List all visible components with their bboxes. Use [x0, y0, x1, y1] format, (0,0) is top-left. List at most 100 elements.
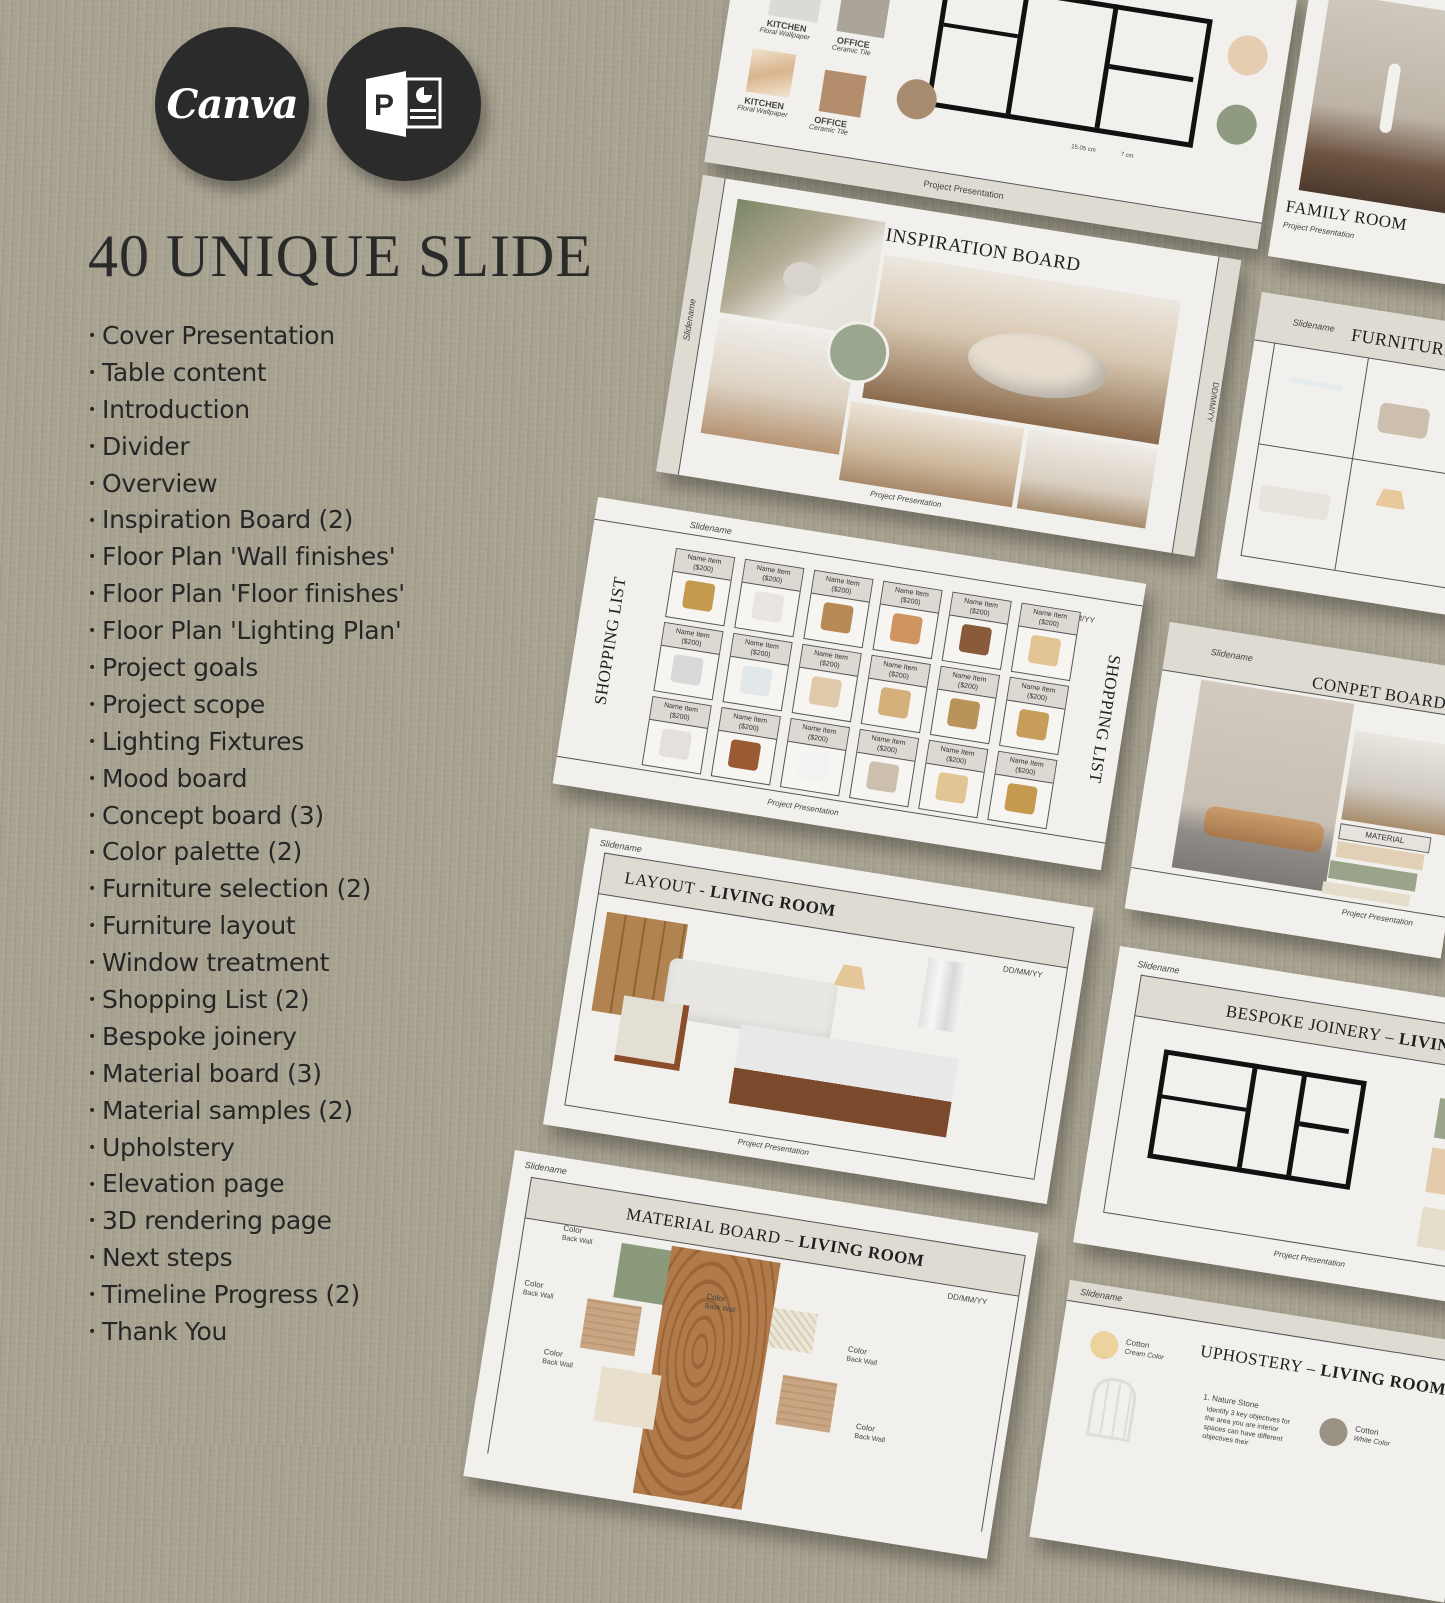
item-price: ($200): [749, 648, 771, 659]
item-price: ($200): [1026, 692, 1048, 703]
shopping-item: Name Item ($200): [999, 676, 1070, 756]
shopping-item: Name Item ($200): [665, 547, 736, 627]
feature-label: Window treatment: [102, 948, 330, 978]
powerpoint-icon: P: [366, 71, 442, 137]
feature-label: Furniture selection (2): [102, 874, 372, 904]
mirror-image: [877, 686, 912, 720]
feature-label: Lighting Fixtures: [102, 726, 304, 756]
feature-item: • Color palette (2): [88, 834, 405, 871]
item-price: ($200): [807, 733, 829, 744]
photo-bedroom: [1016, 429, 1158, 529]
feature-label: Thank You: [102, 1317, 228, 1347]
shopping-item: Name Item ($200): [1010, 602, 1081, 682]
feature-label: Cover Presentation: [102, 321, 335, 350]
table-lamp-image: [934, 771, 969, 805]
callout-sub: Back Wall: [541, 1357, 574, 1370]
slide-footer: Project Presentation: [766, 797, 840, 818]
feature-item: • Mood board: [88, 761, 405, 798]
sofa-image: [658, 727, 693, 761]
shopping-item: Name Item ($200): [860, 654, 931, 734]
side-table: [1288, 377, 1344, 391]
cream-tile-swatch: [593, 1366, 662, 1431]
item-name: Name Item: [1009, 756, 1045, 769]
item-name: Name Item: [825, 575, 861, 588]
feature-label: Mood board: [102, 763, 248, 793]
item-name: Name Item: [813, 649, 849, 663]
sconce-image: [1003, 782, 1038, 816]
item-name: Name Item: [756, 564, 792, 578]
bullet-icon: •: [88, 770, 96, 787]
curtain: [917, 957, 969, 1034]
vase-image: [808, 675, 843, 709]
shopping-item: Name Item ($200): [722, 632, 793, 712]
marble-swatch: [745, 47, 797, 99]
slide-family-room: FAMILY ROOM Project Presentation: [1267, 0, 1445, 291]
item-label: Name Item ($200): [649, 697, 711, 729]
bullet-icon: •: [88, 623, 96, 640]
item-price: ($200): [680, 637, 702, 648]
bullet-icon: •: [88, 844, 96, 861]
headline: 40 UNIQUE SLIDE: [88, 223, 593, 289]
bullet-icon: •: [88, 364, 96, 381]
fabric-color: White Color: [1353, 1435, 1391, 1449]
feature-item: • Inspiration Board (2): [88, 502, 405, 539]
sage-sample-swatch: [1213, 101, 1260, 148]
sage-swatch: [1433, 1097, 1445, 1143]
feature-item: • Furniture selection (2): [88, 871, 405, 908]
feature-item: • Bespoke joinery: [88, 1019, 405, 1056]
folding-screen-image: [820, 601, 855, 635]
item-price: ($200): [945, 755, 967, 766]
canva-badge: Canva: [155, 27, 309, 181]
pattern-swatch: [1416, 1206, 1445, 1252]
feature-item: • Timeline Progress (2): [88, 1277, 405, 1314]
arched-window-image: [750, 590, 785, 624]
item-label: Name Item ($200): [949, 592, 1011, 625]
item-price: ($200): [692, 563, 714, 574]
feature-label: Floor Plan 'Floor finishes': [102, 579, 405, 609]
table-lamp-image: [1027, 634, 1062, 667]
item-label: Name Item ($200): [857, 729, 919, 762]
dimension-label: 7 cm: [1120, 151, 1134, 160]
feature-label: Timeline Progress (2): [102, 1280, 360, 1310]
feature-item: • Overview: [88, 466, 405, 503]
bullet-icon: •: [88, 1287, 96, 1304]
slide-bespoke-joinery: Slidename BESPOKE JOINERY – LIVIN Projec…: [1073, 946, 1445, 1302]
feature-label: Overview: [102, 468, 218, 498]
slide-material-board: Slidename MATERIAL BOARD – LIVING ROOM D…: [463, 1150, 1039, 1559]
item-price: ($200): [969, 607, 991, 618]
item-name: Name Item: [1020, 682, 1056, 695]
item-price: ($200): [957, 681, 979, 692]
item-name: Name Item: [675, 627, 711, 641]
feature-item: • Table content: [88, 355, 405, 392]
pattern-swatch: [767, 1307, 819, 1354]
concept-photo-living: [1341, 730, 1445, 838]
bullet-icon: •: [88, 1102, 96, 1119]
bullet-icon: •: [88, 1324, 96, 1341]
bullet-icon: •: [88, 586, 96, 603]
slide-footer: Project Presentation: [737, 1137, 810, 1158]
feature-item: • Concept board (3): [88, 798, 405, 835]
svg-text:P: P: [374, 89, 394, 122]
feature-label: Floor Plan 'Wall finishes': [102, 542, 396, 572]
item-name: Name Item: [687, 553, 722, 567]
feature-label: Inspiration Board (2): [102, 505, 354, 535]
item-name: Name Item: [1032, 608, 1068, 621]
bed-image: [958, 623, 993, 656]
feature-label: Concept board (3): [102, 800, 324, 830]
feature-label: Shopping List (2): [102, 985, 310, 1015]
feature-item: • Next steps: [88, 1240, 405, 1277]
marble-swatch: [1425, 1147, 1445, 1198]
item-name: Name Item: [894, 586, 930, 599]
slide-title-left: SHOPPING LIST: [590, 575, 630, 707]
slide-footer: Project Presentation: [1273, 1248, 1346, 1270]
light-oak-swatch: [579, 1298, 643, 1357]
item-label: Name Item ($200): [811, 570, 873, 603]
item-label: Name Item ($200): [995, 751, 1057, 784]
item-label: Name Item ($200): [938, 666, 999, 699]
feature-item: • Shopping List (2): [88, 982, 405, 1019]
item-name: Name Item: [951, 671, 987, 684]
shopping-item: Name Item ($200): [791, 643, 862, 723]
item-label: Name Item ($200): [868, 655, 930, 688]
item-label: Name Item ($200): [661, 623, 723, 655]
item-price: ($200): [888, 670, 910, 681]
